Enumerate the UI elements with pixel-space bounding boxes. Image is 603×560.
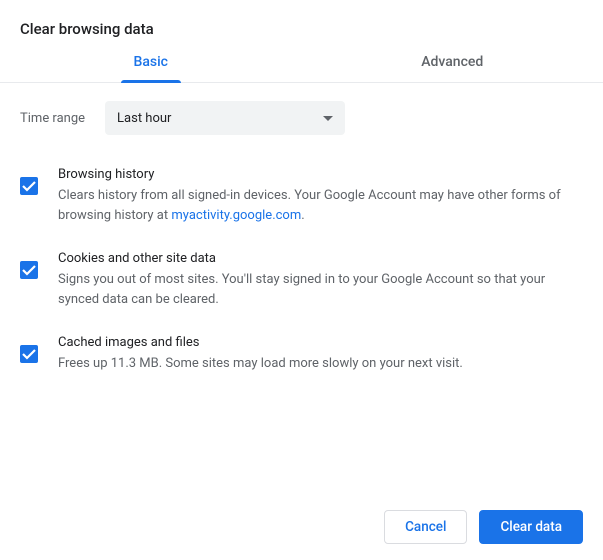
chevron-down-icon (323, 116, 333, 121)
check-icon (22, 264, 36, 276)
checkbox-cache[interactable] (20, 345, 38, 363)
time-range-select[interactable]: Last hour (105, 101, 345, 135)
time-range-label: Time range (20, 111, 85, 126)
option-title: Browsing history (58, 167, 583, 182)
option-cache: Cached images and files Frees up 11.3 MB… (20, 335, 583, 374)
option-cookies: Cookies and other site data Signs you ou… (20, 251, 583, 309)
tab-basic[interactable]: Basic (0, 54, 302, 82)
check-icon (22, 348, 36, 360)
check-icon (22, 180, 36, 192)
tabs: Basic Advanced (0, 54, 603, 83)
option-browsing-history: Browsing history Clears history from all… (20, 167, 583, 225)
option-description: Frees up 11.3 MB. Some sites may load mo… (58, 354, 583, 374)
option-title: Cookies and other site data (58, 251, 583, 266)
clear-data-button[interactable]: Clear data (479, 510, 583, 544)
option-title: Cached images and files (58, 335, 583, 350)
checkbox-cookies[interactable] (20, 261, 38, 279)
time-range-value: Last hour (117, 111, 171, 126)
tab-advanced[interactable]: Advanced (302, 54, 603, 82)
option-description: Clears history from all signed-in device… (58, 186, 583, 225)
content-area: Time range Last hour Browsing history Cl… (0, 83, 603, 494)
time-range-row: Time range Last hour (20, 101, 583, 135)
option-description: Signs you out of most sites. You'll stay… (58, 270, 583, 309)
dialog-title: Clear browsing data (0, 0, 603, 54)
checkbox-browsing-history[interactable] (20, 177, 38, 195)
myactivity-link[interactable]: myactivity.google.com (171, 208, 301, 223)
dialog-footer: Cancel Clear data (0, 494, 603, 560)
clear-browsing-data-dialog: Clear browsing data Basic Advanced Time … (0, 0, 603, 560)
cancel-button[interactable]: Cancel (384, 510, 467, 544)
